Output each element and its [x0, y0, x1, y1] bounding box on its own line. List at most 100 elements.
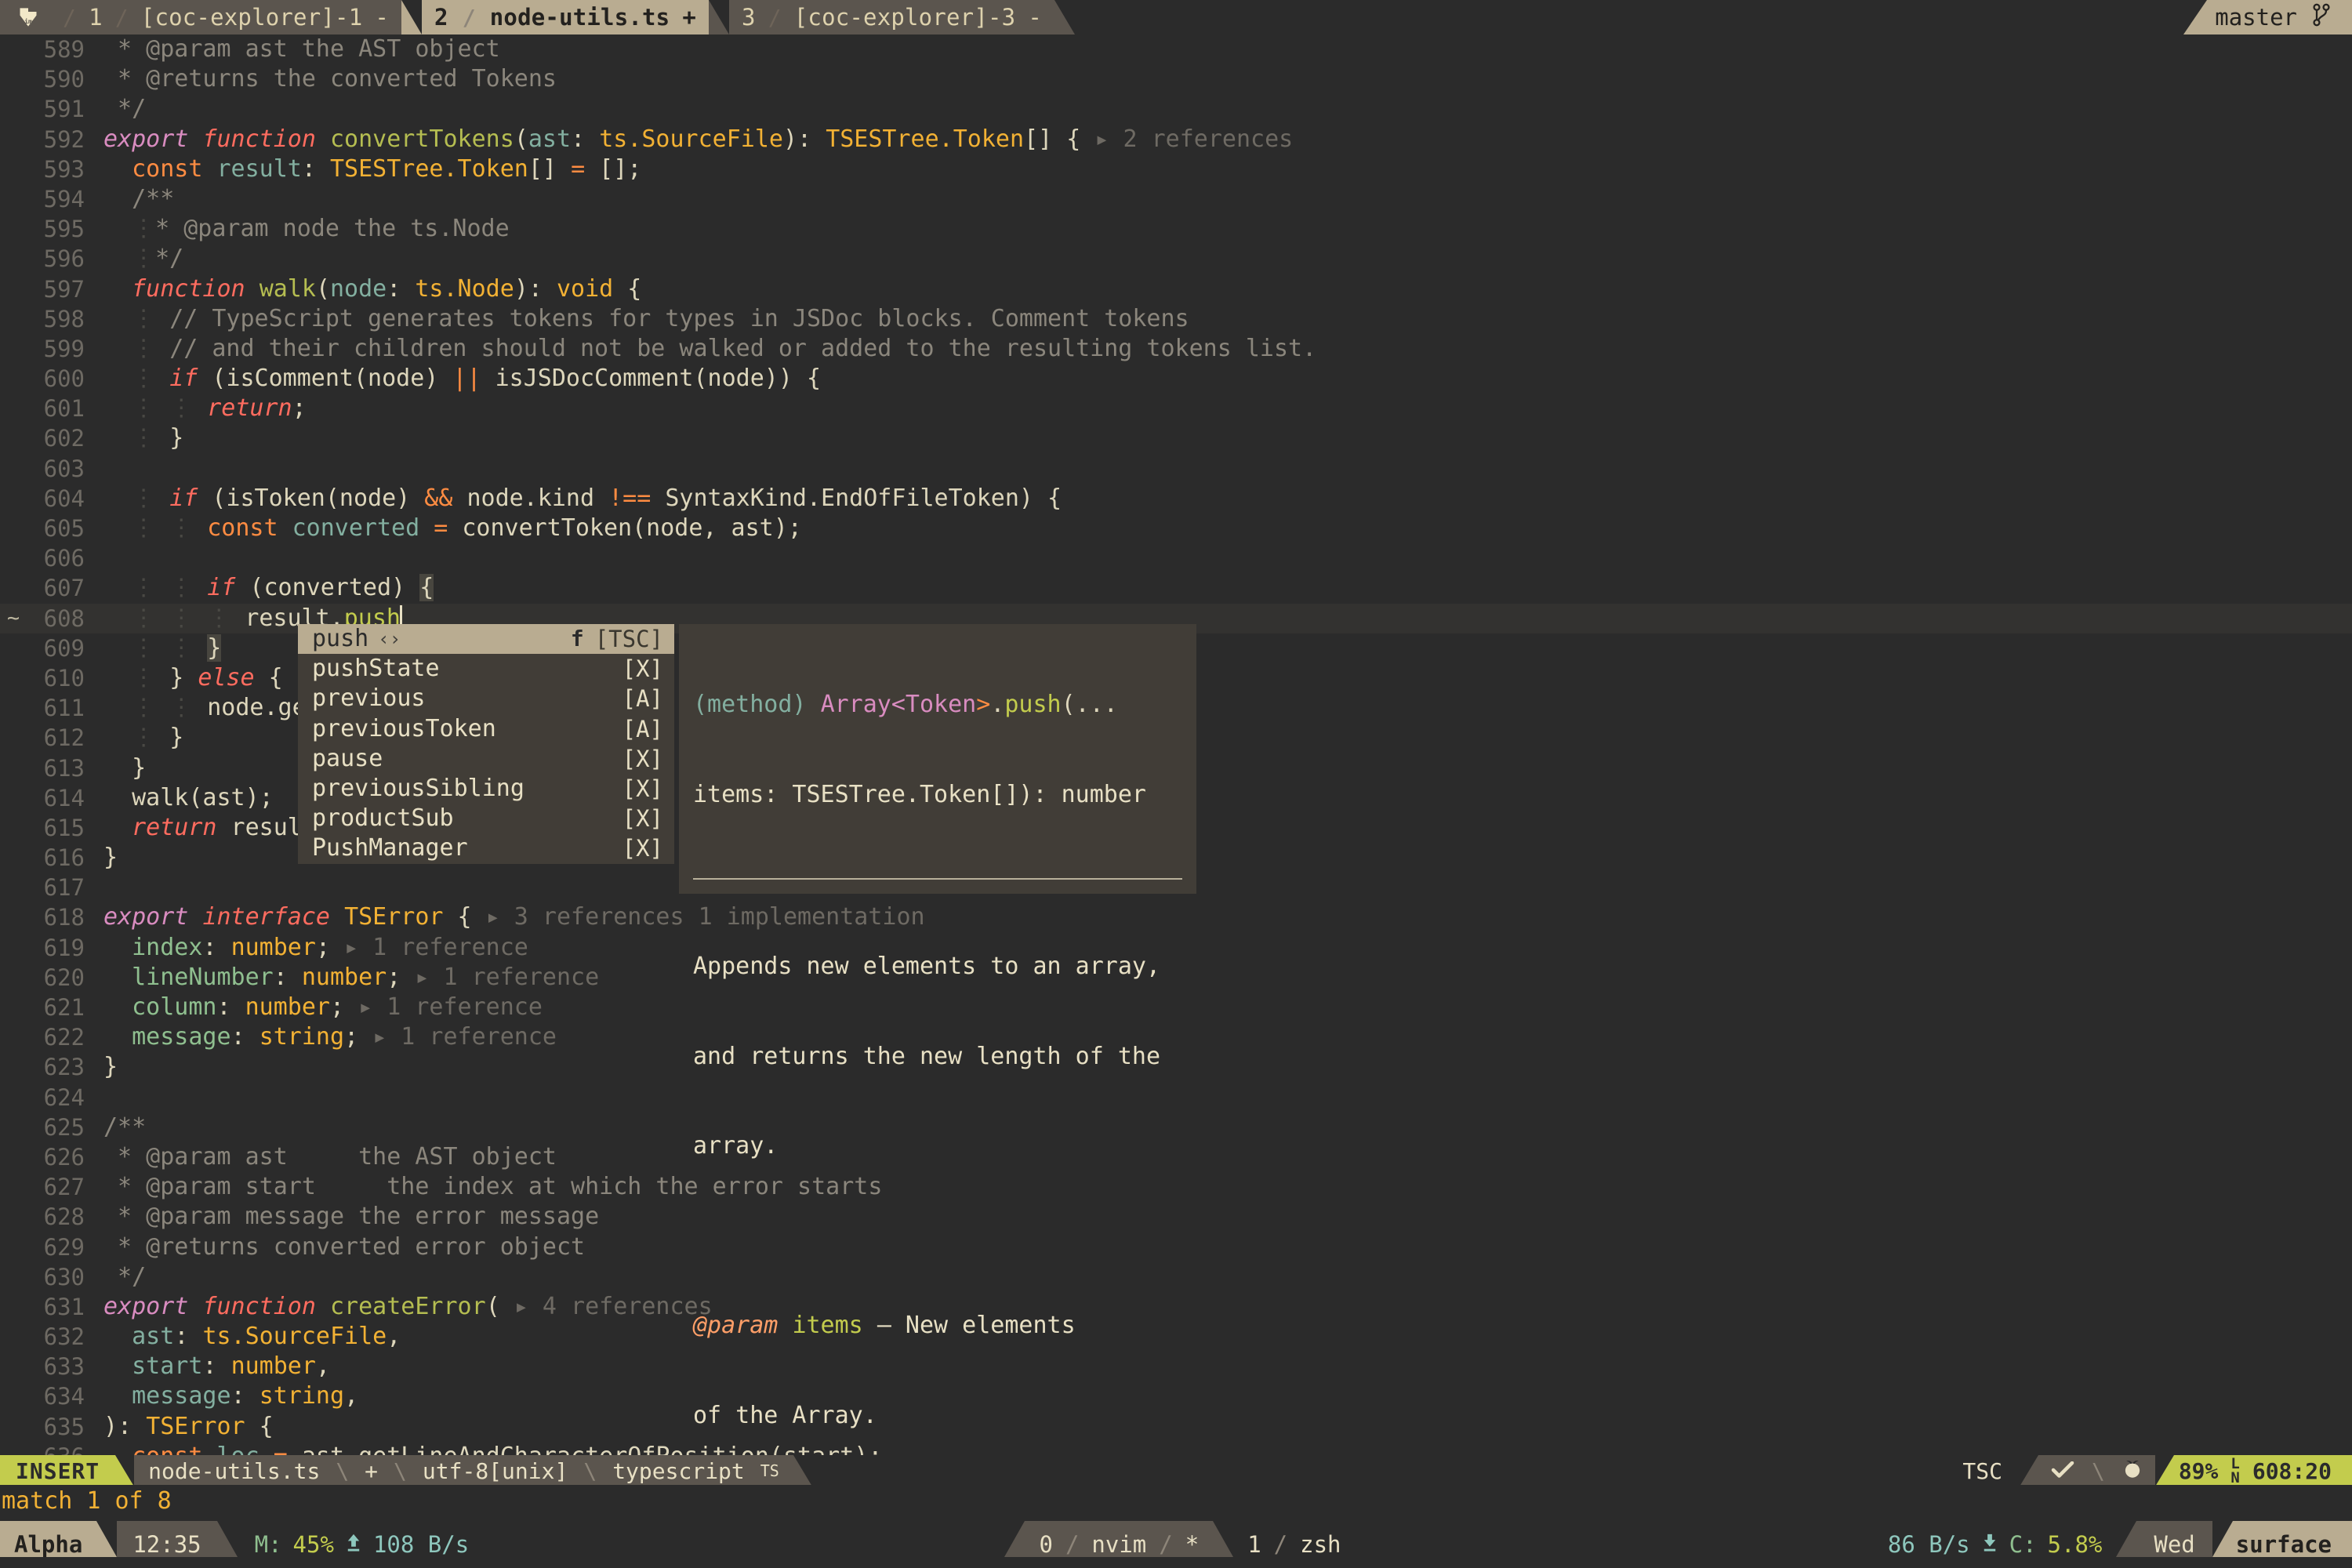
code-line[interactable]: 604 ⋮ if (isToken(node) && node.kind !==…: [0, 484, 2352, 514]
code-line[interactable]: 607 ⋮ ⋮ if (converted) {: [0, 573, 2352, 603]
completion-item-word: previousSibling: [312, 774, 524, 802]
code-line[interactable]: 603: [0, 454, 2352, 484]
line-text: ⋮ ⋮ return;: [132, 394, 307, 423]
doc-method-tag: (method): [693, 691, 821, 719]
download-rate: 86 B/s: [1887, 1531, 1970, 1558]
completion-item[interactable]: previous [A]: [298, 684, 674, 713]
line-text: ⋮ // TypeScript generates tokens for typ…: [132, 304, 1189, 332]
statusline-slash-icon: \: [336, 1457, 350, 1484]
line-number: 604: [43, 485, 85, 512]
completion-item-word: PushManager: [312, 834, 468, 862]
completion-item[interactable]: previousToken [A]: [298, 714, 674, 744]
code-line[interactable]: 606: [0, 543, 2352, 573]
doc-param-desc-1: — New elements: [877, 1312, 1076, 1340]
line-text: message: string,: [132, 1382, 359, 1410]
line-number: 605: [43, 515, 85, 542]
line-number: 608: [43, 604, 85, 632]
line-sign-column: ~: [6, 605, 20, 630]
cpu-label: C:: [2009, 1531, 2037, 1558]
tmux-window-slant-right: [1213, 1521, 1234, 1557]
code-line[interactable]: 602 ⋮ }: [0, 423, 2352, 453]
doc-method-name: push: [1004, 691, 1062, 719]
completion-item-source: [A]: [622, 715, 663, 742]
code-line[interactable]: 597 function walk(node: ts.Node): void {: [0, 274, 2352, 304]
code-line[interactable]: 598 ⋮ // TypeScript generates tokens for…: [0, 304, 2352, 334]
tmux-slash-icon: /: [1159, 1531, 1173, 1558]
line-number: 612: [43, 724, 85, 752]
completion-item-label: pushState: [312, 654, 612, 684]
code-line[interactable]: 595 ⋮* @param node the ts.Node: [0, 214, 2352, 244]
completion-item-source: [X]: [622, 775, 663, 802]
tmux-slash-icon: /: [1273, 1531, 1288, 1558]
code-line[interactable]: 596 ⋮*/: [0, 244, 2352, 274]
code-line[interactable]: 605 ⋮ ⋮ const converted = convertToken(n…: [0, 514, 2352, 543]
tab-3-flag: -: [1028, 4, 1042, 31]
svg-text:im: im: [24, 17, 32, 25]
line-text: ⋮ }: [132, 424, 184, 452]
statusline-mode: INSERT: [0, 1455, 116, 1486]
code-line[interactable]: 592 export function convertTokens(ast: ts…: [0, 125, 2352, 154]
code-line[interactable]: 590 * @returns the converted Tokens: [0, 64, 2352, 94]
tab-3[interactable]: 3 / [coc-explorer]-3 -: [729, 0, 1054, 34]
code-line[interactable]: 593 const result: TSESTree.Token[] = [];: [0, 154, 2352, 184]
line-number: 589: [43, 36, 85, 63]
line-number: 615: [43, 814, 85, 841]
tab-3-number: 3: [742, 4, 756, 31]
completion-item-label: productSub: [312, 804, 612, 833]
code-line[interactable]: 589 * @param ast the AST object: [0, 34, 2352, 64]
completion-item-label: PushManager: [312, 833, 612, 863]
statusline-encoding: utf-8[unix]: [422, 1457, 568, 1484]
completion-popup-menu[interactable]: push ‹› f [TSC] pushState [X] previous [A] previ…: [298, 624, 674, 864]
code-line[interactable]: 594 /**: [0, 184, 2352, 214]
tab-2[interactable]: 2 / node-utils.ts +: [422, 0, 710, 34]
line-number: 590: [43, 66, 85, 93]
code-line[interactable]: 591 */: [0, 94, 2352, 124]
completion-item-word: previous: [312, 684, 426, 713]
line-text: * @param start the index at which the er…: [103, 1173, 883, 1201]
statusline-pos-slant: [2154, 1455, 2174, 1486]
tab-2-number: 2: [434, 4, 448, 31]
completion-item-label: previousSibling: [312, 774, 612, 804]
line-text: ⋮* @param node the ts.Node: [132, 215, 510, 243]
git-branch-indicator[interactable]: master: [2207, 0, 2352, 34]
statusline-diag-slant: [2019, 1455, 2038, 1486]
completion-item[interactable]: PushManager [X]: [298, 833, 674, 863]
tab-2-flag: +: [682, 4, 697, 31]
tab-1[interactable]: / 1 / [coc-explorer]-1 -: [50, 0, 402, 34]
completion-item-label: previousToken: [312, 714, 612, 744]
code-line[interactable]: 599 ⋮ // and their children should not b…: [0, 334, 2352, 364]
completion-item-label: push ‹›: [312, 624, 571, 654]
line-text: ⋮ if (isToken(node) && node.kind !== Syn…: [132, 484, 1062, 512]
tab-slash-icon: /: [114, 4, 129, 31]
line-number: 595: [43, 216, 85, 243]
line-number: 631: [43, 1293, 85, 1320]
tmux-host-slant: [2212, 1521, 2233, 1557]
tmux-day-slant: [2116, 1521, 2137, 1557]
completion-item[interactable]: push ‹› f [TSC]: [298, 624, 674, 655]
doc-signature-line-1: (method) Array<Token>.push(...: [693, 690, 1182, 720]
statusline-diagnostics[interactable]: \: [2038, 1455, 2155, 1486]
code-line[interactable]: 600 ⋮ if (isComment(node) || isJSDocComm…: [0, 364, 2352, 394]
statusline-filename: node-utils.ts: [148, 1457, 321, 1484]
statusline-position-section: 89% LN 608:20: [2173, 1455, 2352, 1486]
line-text: const result: TSESTree.Token[] = [];: [132, 154, 642, 183]
line-number: 628: [43, 1203, 85, 1231]
completion-item-word: push: [312, 625, 369, 652]
line-number: 594: [43, 185, 85, 212]
completion-item[interactable]: pause [X]: [298, 744, 674, 774]
line-text: message: string; ▸ 1 reference: [132, 1023, 557, 1051]
upload-rate: 108 B/s: [372, 1531, 470, 1558]
completion-item[interactable]: pushState [X]: [298, 654, 674, 684]
line-text: lineNumber: number; ▸ 1 reference: [132, 963, 600, 991]
line-number: 629: [43, 1233, 85, 1261]
code-line[interactable]: 601 ⋮ ⋮ return;: [0, 394, 2352, 423]
completion-item[interactable]: productSub [X]: [298, 804, 674, 833]
memory-value: 45%: [292, 1531, 334, 1558]
line-text: ⋮ ⋮ if (converted) {: [132, 574, 434, 602]
completion-item[interactable]: previousSibling [X]: [298, 774, 674, 804]
doc-param-tag: @param: [693, 1312, 779, 1340]
tmux-slash-icon: /: [1065, 1531, 1080, 1558]
line-text: */: [103, 1262, 147, 1290]
line-number: 614: [43, 784, 85, 811]
line-number: 592: [43, 125, 85, 153]
